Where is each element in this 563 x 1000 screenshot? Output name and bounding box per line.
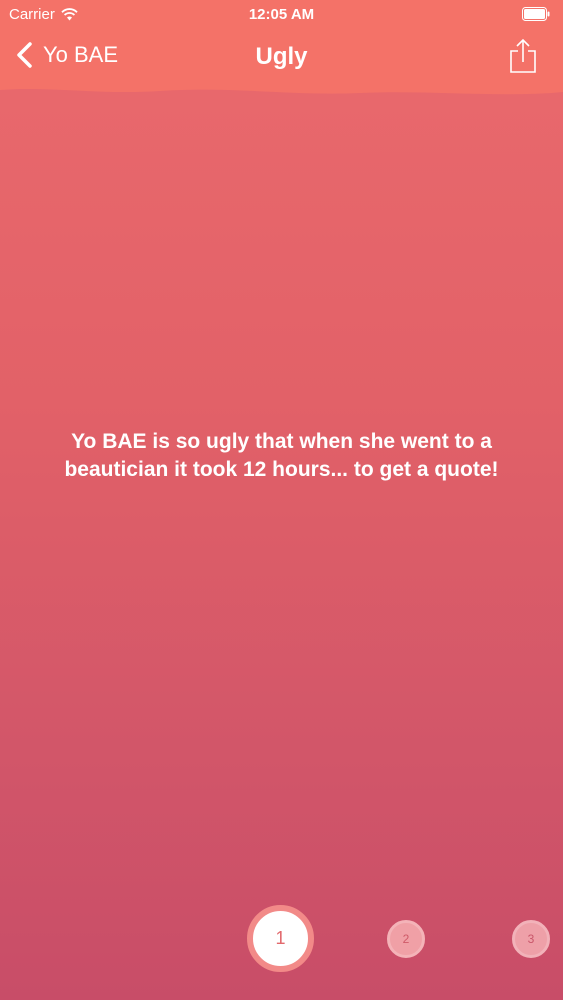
battery-icon xyxy=(522,7,550,21)
share-icon[interactable] xyxy=(509,38,537,74)
page-button-2[interactable]: 2 xyxy=(387,920,425,958)
page-button-3[interactable]: 3 xyxy=(512,920,550,958)
page-title: Ugly xyxy=(255,43,308,70)
status-bar: Carrier 12:05 AM xyxy=(0,0,563,30)
top-header: Carrier 12:05 AM Yo BAE Ugly xyxy=(0,0,563,100)
joke-text: Yo BAE is so ugly that when she went to … xyxy=(64,430,499,481)
status-time: 12:05 AM xyxy=(248,6,315,23)
page-button-1[interactable]: 1 xyxy=(247,905,314,972)
navigation-bar: Yo BAE Ugly xyxy=(0,36,563,80)
